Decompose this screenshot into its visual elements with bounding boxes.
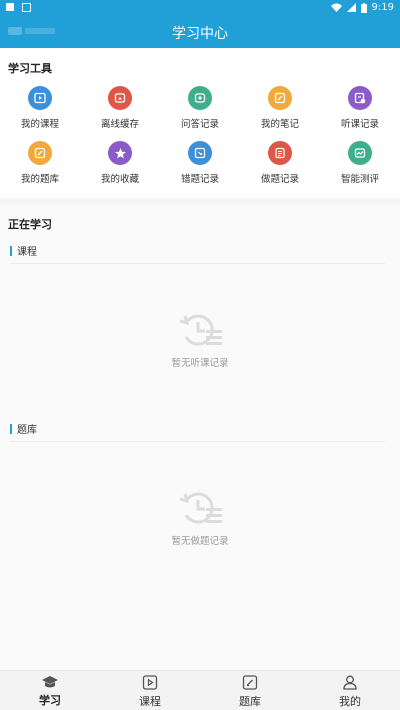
section-title: 正在学习: [8, 218, 52, 231]
courses-header-label: 课程: [17, 247, 37, 258]
tool-offline-cache[interactable]: 离线缓存: [80, 86, 160, 130]
tool-label: 做题记录: [260, 174, 299, 185]
person-icon: [343, 675, 357, 690]
status-bar: 9:19: [0, 0, 400, 17]
empty-message: 暂无听课记录: [171, 358, 229, 369]
tool-my-favorites[interactable]: 我的收藏: [80, 141, 160, 185]
tool-my-courses[interactable]: 我的课程: [0, 86, 80, 130]
accent-bar: [10, 423, 12, 434]
lecture-record-icon: [348, 86, 372, 110]
tool-lecture-records[interactable]: 听课记录: [320, 86, 400, 130]
clock-text: 9:19: [371, 2, 394, 13]
question-bank-header-label: 题库: [17, 425, 37, 436]
bottom-navigation: 学习 课程 题库 我的: [0, 670, 400, 710]
tool-my-question-bank[interactable]: 我的题库: [0, 141, 80, 185]
page-title: 学习中心: [172, 26, 228, 42]
divider: [10, 263, 385, 264]
tool-label: 听课记录: [340, 119, 379, 130]
nav-label: 题库: [239, 695, 261, 708]
tool-label: 我的笔记: [260, 119, 299, 130]
nav-tab-learning[interactable]: 学习: [0, 671, 100, 710]
tool-label: 智能测评: [340, 174, 379, 185]
nav-tab-question-bank[interactable]: 题库: [200, 671, 300, 710]
tool-wrong-questions[interactable]: 错题记录: [160, 141, 240, 185]
history-empty-icon: [179, 314, 222, 346]
wrong-question-icon: [188, 141, 212, 165]
section-title: 学习工具: [8, 62, 52, 75]
qa-icon: [188, 86, 212, 110]
graduation-cap-icon: [42, 676, 58, 688]
play-square-icon: [142, 675, 158, 690]
tool-label: 我的题库: [20, 174, 59, 185]
battery-icon: [360, 2, 367, 13]
tool-label: 错题记录: [180, 174, 219, 185]
nav-label: 学习: [39, 694, 61, 707]
download-cloud-icon: [108, 86, 132, 110]
assessment-icon: [348, 141, 372, 165]
note-edit-icon: [268, 86, 292, 110]
tool-label: 问答记录: [180, 119, 219, 130]
tool-practice-records[interactable]: 做题记录: [240, 141, 320, 185]
nav-label: 课程: [139, 695, 161, 708]
notification-icon: [22, 3, 31, 12]
app-bar: 学习中心: [0, 17, 400, 48]
currently-learning-section: 正在学习 课程 暂无听课记录 题库 暂无做题记录: [0, 205, 400, 670]
edit-square-icon: [242, 675, 258, 690]
tool-label: 离线缓存: [100, 119, 139, 130]
tool-label: 我的收藏: [100, 174, 139, 185]
courses-empty-state: 暂无听课记录: [0, 311, 400, 369]
tool-my-notes[interactable]: 我的笔记: [240, 86, 320, 130]
history-empty-icon: [179, 492, 222, 524]
signal-icon: [346, 3, 356, 12]
nav-label: 我的: [339, 695, 361, 708]
divider: [10, 441, 385, 442]
question-bank-icon: [28, 141, 52, 165]
practice-record-icon: [268, 141, 292, 165]
tool-qa-records[interactable]: 问答记录: [160, 86, 240, 130]
notification-icon: [6, 3, 14, 11]
question-bank-header: 题库: [10, 421, 37, 436]
questions-empty-state: 暂无做题记录: [0, 489, 400, 547]
accent-bar: [10, 245, 12, 256]
nav-tab-courses[interactable]: 课程: [100, 671, 200, 710]
play-icon: [28, 86, 52, 110]
nav-tab-mine[interactable]: 我的: [300, 671, 400, 710]
system-icons: 9:19: [330, 2, 394, 13]
tool-smart-assessment[interactable]: 智能测评: [320, 141, 400, 185]
notification-icons: [6, 3, 31, 12]
star-icon: [108, 141, 132, 165]
empty-message: 暂无做题记录: [171, 536, 229, 547]
learning-tools-section: 学习工具 我的课程 离线缓存 问答记录 我的笔记 听课记录 我的题库 我的收藏 …: [0, 48, 400, 198]
wifi-icon: [330, 3, 342, 12]
tools-grid: 我的课程 离线缓存 问答记录 我的笔记 听课记录 我的题库 我的收藏 错题记录 …: [0, 86, 400, 185]
tool-label: 我的课程: [20, 119, 59, 130]
courses-header: 课程: [10, 243, 37, 258]
